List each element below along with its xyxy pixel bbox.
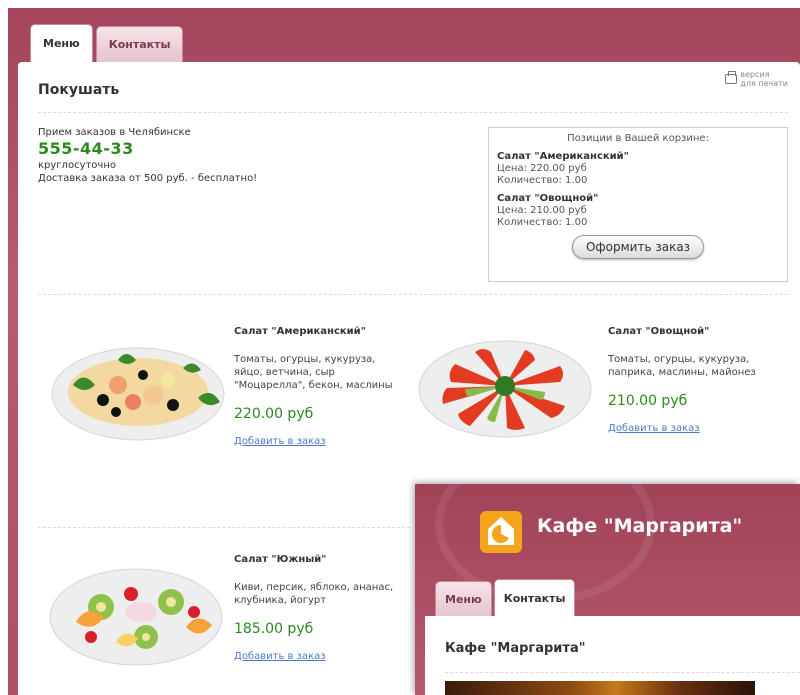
add-to-order-link[interactable]: Добавить в заказ [234, 651, 326, 662]
main-tabs: Меню Контакты [30, 24, 184, 62]
preview-tabs: Меню Контакты [435, 579, 576, 617]
printer-icon [725, 71, 738, 84]
southern-salad-image [49, 568, 223, 666]
cart-item: Салат "Американский" Цена: 220.00 руб Ко… [497, 151, 779, 187]
phone-number: 555-44-33 [38, 139, 134, 158]
page-title: Кафе "Маргарита" [445, 641, 586, 656]
checkout-button[interactable]: Оформить заказ [572, 235, 704, 259]
contact-info: Прием заказов в Челябинске 555-44-33 кру… [38, 126, 257, 185]
product-card: Салат "Американский" Томаты, огурцы, кук… [234, 326, 394, 448]
delivery-text: Доставка заказа от 500 руб. - бесплатно! [38, 173, 258, 184]
cafe-logo-icon [480, 511, 522, 553]
product-name: Салат "Американский" [234, 326, 366, 337]
add-to-order-link[interactable]: Добавить в заказ [234, 436, 326, 447]
vegetable-salad-image [418, 340, 592, 438]
cafe-photo [445, 681, 755, 695]
add-to-order-link[interactable]: Добавить в заказ [608, 423, 700, 434]
american-salad-image [51, 347, 225, 441]
product-price: 210.00 руб [608, 393, 688, 409]
cart-item-price: Цена: 220.00 руб [497, 163, 587, 174]
hours-text: круглосуточно [38, 160, 116, 171]
divider [38, 112, 788, 113]
print-link-line1: версия [740, 70, 770, 79]
product-description: Томаты, огурцы, кукуруза, паприка, масли… [608, 354, 756, 378]
site-title: Кафе "Маргарита" [537, 515, 743, 537]
cart-heading: Позиции в Вашей корзине: [567, 133, 709, 144]
product-name: Салат "Южный" [234, 554, 327, 565]
tab-menu[interactable]: Меню [30, 24, 93, 62]
page-title: Покушать [38, 82, 120, 98]
print-link-line2: для печати [740, 79, 788, 88]
product-description: Киви, персик, яблоко, ананас, клубника, … [234, 582, 394, 606]
cart-item-qty: Количество: 1.00 [497, 175, 588, 186]
cart-item-price: Цена: 210.00 руб [497, 205, 587, 216]
product-price: 185.00 руб [234, 621, 314, 637]
preview-content-panel: Кафе "Маргарита" [425, 616, 800, 695]
cart-item-name: Салат "Американский" [497, 151, 629, 162]
cart-item: Салат "Овощной" Цена: 210.00 руб Количес… [497, 193, 779, 229]
tab-menu[interactable]: Меню [435, 581, 492, 617]
product-price: 220.00 руб [234, 406, 314, 422]
cart-item-name: Салат "Овощной" [497, 193, 599, 204]
print-version-link[interactable]: версия для печати [725, 70, 788, 88]
product-card: Салат "Овощной" Томаты, огурцы, кукуруза… [608, 326, 768, 435]
divider [445, 672, 800, 673]
cart-item-qty: Количество: 1.00 [497, 217, 588, 228]
divider [38, 294, 788, 295]
print-link-text: версия для печати [740, 70, 788, 88]
product-card: Салат "Южный" Киви, персик, яблоко, анан… [234, 554, 394, 663]
product-description: Томаты, огурцы, кукуруза, яйцо, ветчина,… [234, 354, 393, 391]
product-name: Салат "Овощной" [608, 326, 710, 337]
tab-contacts[interactable]: Контакты [95, 26, 184, 62]
cafe-page-preview: Кафе "Маргарита" Меню Контакты Кафе "Мар… [415, 484, 800, 695]
cart-box: Позиции в Вашей корзине: Салат "Американ… [488, 127, 788, 282]
order-city-text: Прием заказов в Челябинске [38, 127, 191, 138]
tab-contacts[interactable]: Контакты [493, 579, 576, 617]
divider [38, 527, 410, 528]
